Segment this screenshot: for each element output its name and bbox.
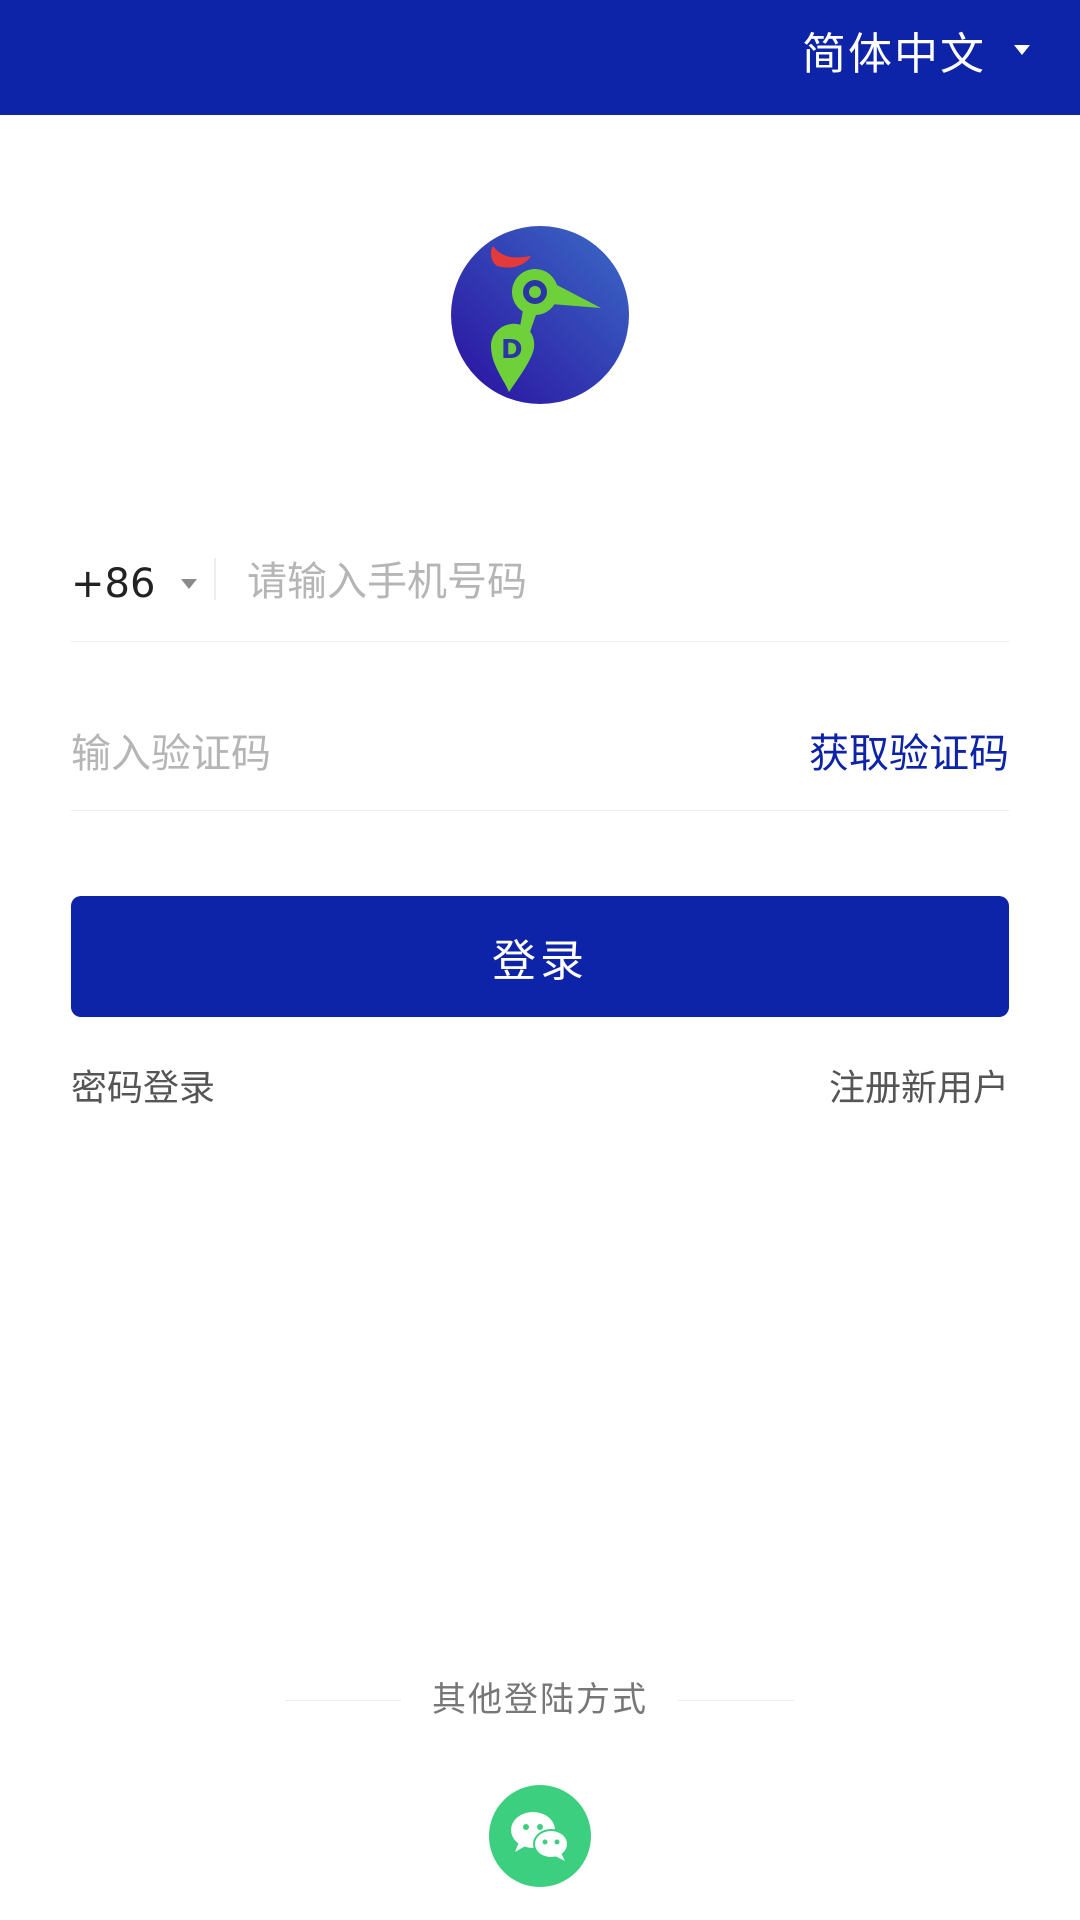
- country-code-selector[interactable]: +86: [71, 554, 198, 614]
- other-login-title: 其他登陆方式: [432, 1680, 648, 1720]
- vertical-divider: [214, 558, 216, 600]
- app-logo-icon: D: [451, 226, 629, 404]
- get-code-button[interactable]: 获取验证码: [809, 722, 1009, 786]
- wechat-icon: [511, 1812, 569, 1861]
- phone-input[interactable]: [247, 550, 987, 614]
- verification-code-row: 获取验证码: [71, 700, 1009, 811]
- caret-down-icon: [1014, 45, 1030, 55]
- top-bar: 简体中文: [0, 0, 1080, 115]
- login-button[interactable]: 登录: [71, 896, 1009, 1017]
- wechat-login-button[interactable]: [489, 1785, 591, 1887]
- register-link[interactable]: 注册新用户: [829, 1064, 1009, 1114]
- language-label: 简体中文: [802, 29, 986, 80]
- svg-text:D: D: [501, 335, 523, 365]
- password-login-link[interactable]: 密码登录: [71, 1064, 215, 1114]
- login-page: 简体中文 D +86 请输入手机号码 输入验证码 获取验证码 登录 密码登录 注…: [0, 0, 1080, 1920]
- caret-down-icon: [181, 579, 198, 589]
- country-code-label: +86: [71, 561, 156, 607]
- verification-code-input[interactable]: [71, 722, 671, 786]
- phone-row: +86: [71, 530, 1009, 642]
- other-login-section: 其他登陆方式: [0, 1670, 1080, 1730]
- language-switcher[interactable]: 简体中文: [802, 0, 1030, 100]
